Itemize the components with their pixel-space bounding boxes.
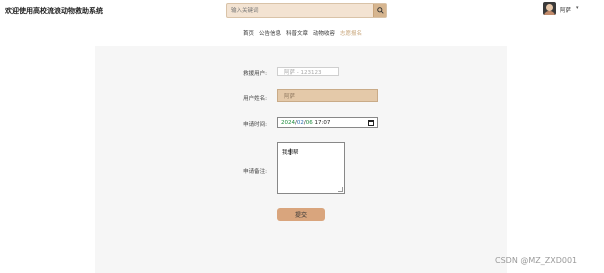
text-cursor-icon: I (289, 148, 292, 158)
apply-note-label: 申请备注: (243, 169, 267, 175)
search-input[interactable] (227, 4, 373, 17)
avatar[interactable] (543, 2, 556, 15)
nav-item-home[interactable]: 首页 (243, 29, 254, 37)
search-bar (226, 3, 387, 18)
user-name-label: 用户姓名: (243, 96, 267, 102)
apply-time-input[interactable]: 2024/02/06 17:07 (277, 117, 378, 128)
resize-handle-icon[interactable] (338, 187, 343, 192)
submit-button[interactable]: 提交 (277, 208, 325, 221)
applicant-user-label: 救援用户: (243, 71, 267, 77)
main-nav: 首页 公告信息 科普文章 动物收容 志愿报名 (0, 29, 604, 39)
site-title: 欢迎使用高校流浪动物救助系统 (5, 7, 103, 15)
chevron-down-icon[interactable]: ▾ (576, 5, 579, 11)
top-bar: 欢迎使用高校流浪动物救助系统 阿萨 ▾ (0, 0, 604, 22)
apply-time-clock: 17:07 (314, 119, 331, 126)
search-button[interactable] (373, 4, 386, 17)
apply-time-label: 申请时间: (243, 122, 267, 128)
applicant-user-field[interactable]: 阿萨 - 123123 (277, 67, 339, 76)
apply-time-day: 06 (305, 119, 313, 126)
nav-item-announcements[interactable]: 公告信息 (259, 29, 281, 37)
apply-note-textarea[interactable]: 我想帮 (277, 142, 345, 194)
nav-item-volunteer[interactable]: 志愿报名 (340, 29, 362, 37)
nav-item-articles[interactable]: 科普文章 (286, 29, 308, 37)
apply-time-month: 02 (296, 119, 304, 126)
watermark: CSDN @MZ_ZXD001 (495, 256, 578, 265)
user-name[interactable]: 阿萨 (560, 6, 571, 14)
user-name-field[interactable]: 阿萨 (277, 89, 378, 102)
apply-time-year: 2024 (281, 119, 295, 126)
calendar-icon[interactable] (368, 120, 374, 126)
search-icon (376, 7, 384, 14)
nav-item-animal-shelter[interactable]: 动物收容 (313, 29, 335, 37)
